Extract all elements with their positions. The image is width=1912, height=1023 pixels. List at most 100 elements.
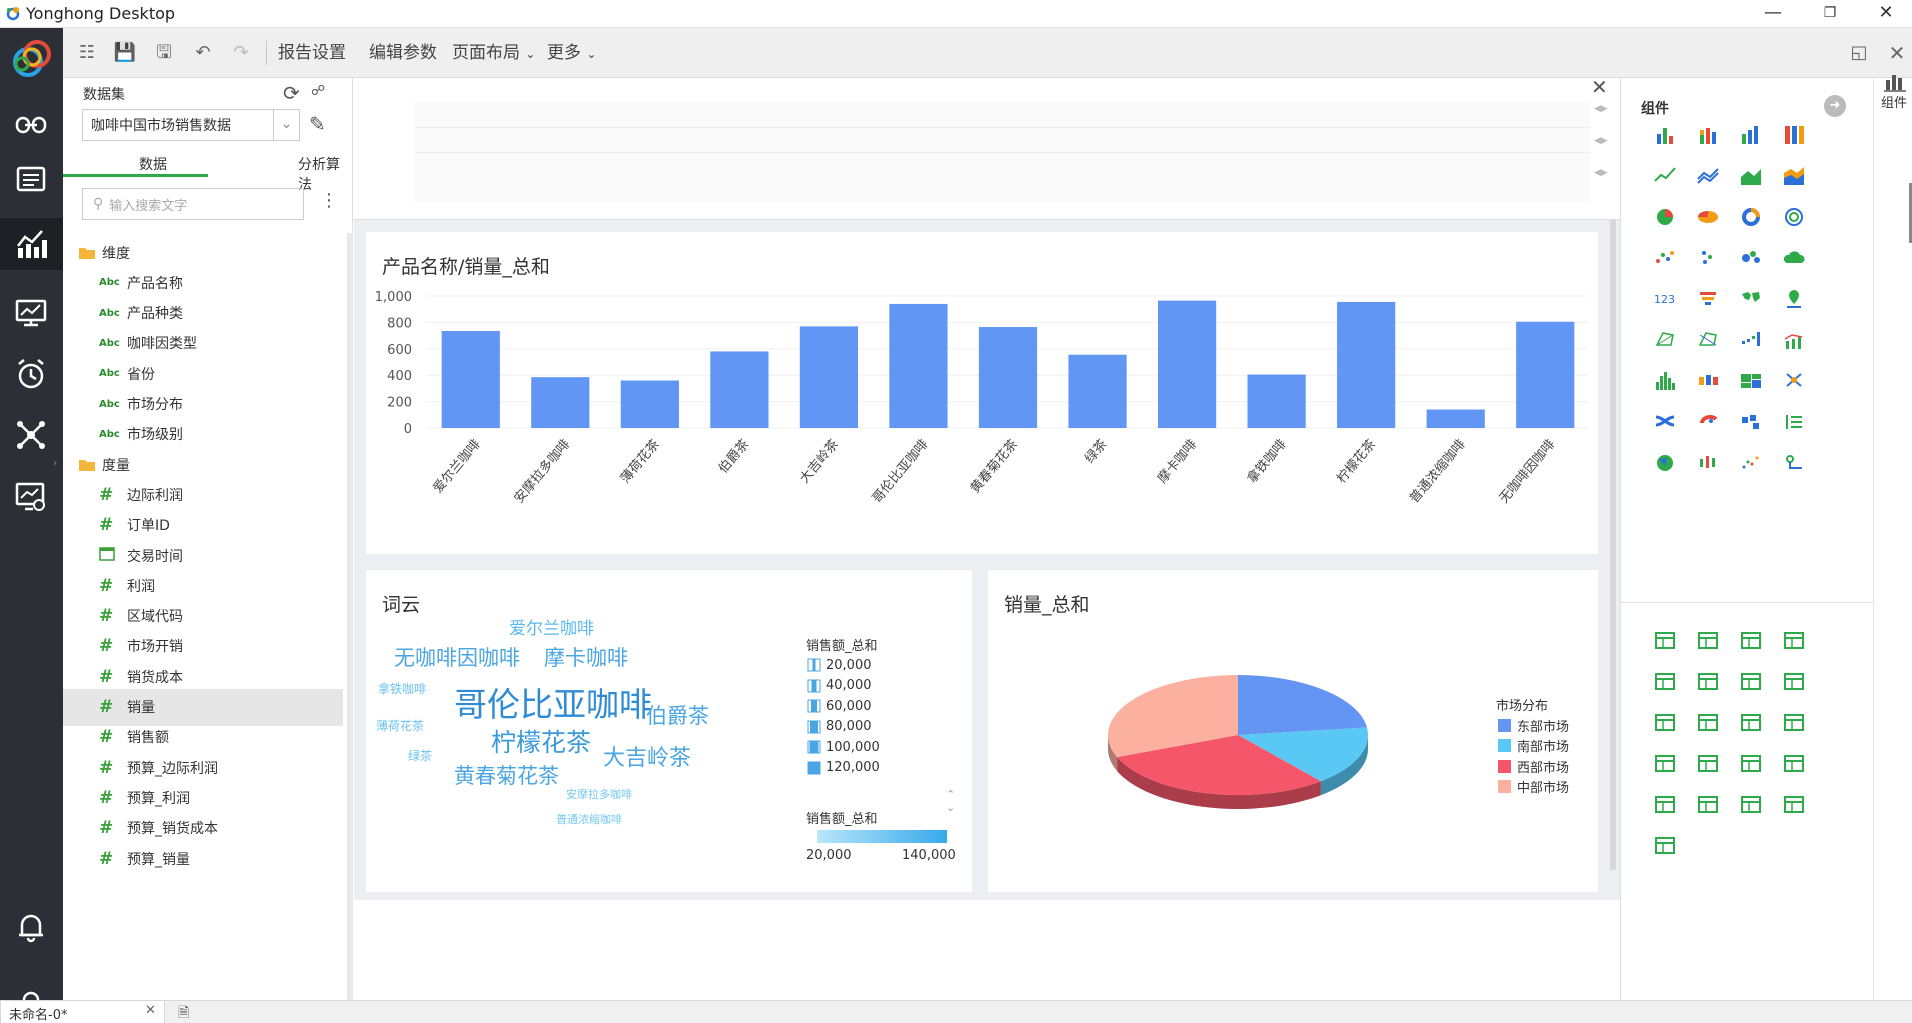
parallel-chart-icon[interactable] [1688, 319, 1728, 359]
list-box-icon[interactable] [1645, 661, 1685, 701]
close-tab-icon[interactable]: ✕ [145, 1003, 156, 1018]
preview-icon[interactable]: ◱ [1847, 41, 1871, 65]
dot-chart-icon[interactable] [1688, 237, 1728, 277]
kpi-number-icon[interactable]: 123 [1645, 278, 1685, 318]
close-filter-icon[interactable]: ✕ [1591, 75, 1608, 99]
dataset-link-icon[interactable]: ☍ [311, 83, 325, 99]
donut-chart-icon[interactable] [1731, 196, 1771, 236]
multi-line-icon[interactable] [1688, 155, 1728, 195]
size-legend-item[interactable]: 60,000 [806, 696, 946, 717]
scrollbar[interactable] [347, 233, 353, 1013]
bar[interactable] [978, 327, 1038, 428]
bar-chart-card[interactable]: 产品名称/销量_总和 1,000 800 600 400 200 0 爱尔兰咖啡 安摩拉多咖啡… [366, 232, 1598, 554]
crosstab-icon[interactable] [1688, 620, 1728, 660]
new-tab-icon[interactable]: 🗎 [178, 1002, 189, 1023]
clock-icon[interactable] [1645, 825, 1685, 865]
bar-chart-icon[interactable] [1884, 72, 1906, 92]
save-as-icon[interactable]: 🖫 [152, 41, 176, 65]
frame-icon[interactable] [1731, 784, 1771, 824]
heatmap-icon[interactable] [1688, 401, 1728, 441]
bar[interactable] [441, 330, 500, 428]
step-chart-icon[interactable] [1731, 319, 1771, 359]
bubble-chart-icon[interactable] [1731, 237, 1771, 277]
bar[interactable] [799, 326, 859, 428]
wordcloud-word[interactable]: 爱尔兰咖啡 [509, 614, 594, 639]
scroll-arrows-icon[interactable]: ◀▶ [1594, 104, 1608, 114]
image-icon[interactable] [1645, 743, 1685, 783]
undo-icon[interactable]: ↶ [191, 41, 215, 65]
word-cloud-icon[interactable] [1774, 237, 1814, 277]
bar[interactable] [1068, 354, 1127, 428]
wordcloud-word[interactable]: 绿茶 [408, 747, 432, 764]
checkbox-list-icon[interactable] [1645, 702, 1685, 742]
text-box-icon[interactable] [1774, 620, 1814, 660]
ring-chart-icon[interactable] [1688, 196, 1728, 236]
relation-chart-icon[interactable] [1774, 360, 1814, 400]
canvas-scrollbar[interactable] [1610, 220, 1616, 870]
wordcloud-word[interactable]: 哥伦比亚咖啡 [454, 678, 652, 726]
schedule-nav-icon[interactable] [8, 351, 54, 397]
table-icon[interactable] [1645, 620, 1685, 660]
radar-chart-icon[interactable] [1645, 319, 1685, 359]
boxplot-icon[interactable] [1688, 360, 1728, 400]
wordcloud-word[interactable]: 薄荷花茶 [376, 717, 424, 734]
pie-legend-item[interactable]: 南部市场 [1498, 736, 1598, 757]
wordcloud-word[interactable]: 大吉岭茶 [603, 740, 691, 772]
timer-icon[interactable] [1774, 784, 1814, 824]
bar[interactable] [1247, 374, 1306, 428]
wordcloud-card[interactable]: 词云 爱尔兰咖啡 无咖啡因咖啡 摩卡咖啡 拿铁咖啡 哥伦比亚咖啡 伯爵茶 薄荷花茶 柠檬花茶绿… [366, 570, 972, 892]
calendar-icon[interactable] [1774, 661, 1814, 701]
right-strip-label[interactable]: 组件 [1881, 92, 1907, 111]
wordcloud-word[interactable]: 黄春菊花茶 [454, 760, 559, 790]
line-chart-icon[interactable] [1645, 155, 1685, 195]
bar[interactable] [1426, 409, 1485, 428]
bar[interactable] [710, 351, 769, 428]
candlestick-icon[interactable] [1688, 442, 1728, 482]
report-nav-icon[interactable] [0, 218, 63, 270]
trend-scatter-icon[interactable] [1731, 442, 1771, 482]
arrow-right-icon[interactable]: ➜ [1824, 95, 1846, 117]
redo-icon[interactable]: ↷ [229, 41, 253, 65]
collapse-panel-icon[interactable]: › [53, 458, 57, 469]
model-nav-icon[interactable] [8, 412, 54, 458]
funnel-chart-icon[interactable] [1688, 278, 1728, 318]
column-chart-icon[interactable] [1645, 114, 1685, 154]
geo-scatter-icon[interactable] [1774, 442, 1814, 482]
page-layout-menu[interactable]: 页面布局 ⌄ [452, 41, 535, 66]
legend-scroll-icon[interactable]: ⌃ ⌄ [946, 788, 955, 814]
waterfall-icon[interactable] [1731, 401, 1771, 441]
pie-legend-item[interactable]: 中部市场 [1498, 777, 1598, 798]
radial-chart-icon[interactable] [1774, 196, 1814, 236]
report-tab[interactable]: 未命名-0* ✕ [0, 1000, 165, 1023]
container-icon[interactable] [1774, 743, 1814, 783]
more-menu[interactable]: 更多 ⌄ [547, 41, 596, 66]
search-input[interactable]: ⚲ 输入搜索文字 [82, 188, 304, 220]
pie-chart-card[interactable]: 销量_总和 市场分布 东部市场 南部市场 西部市场 中部市场 [988, 570, 1598, 892]
dataset-nav-icon[interactable] [8, 156, 54, 202]
scroll-arrows-icon[interactable]: ◀▶ [1594, 136, 1608, 146]
bar[interactable] [1157, 300, 1217, 428]
tab-icon[interactable] [1774, 702, 1814, 742]
globe-chart-icon[interactable] [1645, 442, 1685, 482]
embed-icon[interactable] [1688, 784, 1728, 824]
sankey-icon[interactable] [1645, 401, 1685, 441]
stacked-column-icon[interactable] [1688, 114, 1728, 154]
close-window-button[interactable]: ✕ [1858, 0, 1912, 28]
more-options-icon[interactable]: ⋮ [320, 190, 338, 211]
report-settings-button[interactable]: 报告设置 [278, 41, 346, 65]
wordcloud-word[interactable]: 柠檬花茶 [491, 723, 591, 759]
save-icon[interactable]: 💾 [113, 41, 137, 65]
combo-box-icon[interactable] [1688, 702, 1728, 742]
slider-icon[interactable] [1731, 661, 1771, 701]
text-param-icon[interactable] [1731, 702, 1771, 742]
histogram-icon[interactable] [1645, 360, 1685, 400]
pie-legend-item[interactable]: 西部市场 [1498, 756, 1598, 777]
size-legend-item[interactable]: 80,000 [806, 717, 946, 738]
treemap-icon[interactable] [1731, 360, 1771, 400]
area-chart-icon[interactable] [1731, 155, 1771, 195]
size-legend-item[interactable]: 40,000 [806, 676, 946, 697]
size-legend-item[interactable]: 20,000 [806, 655, 946, 676]
wordcloud-word[interactable]: 安摩拉多咖啡 [566, 786, 632, 802]
edit-params-button[interactable]: 编辑参数 [369, 41, 437, 65]
close-editor-icon[interactable]: ✕ [1885, 41, 1909, 65]
